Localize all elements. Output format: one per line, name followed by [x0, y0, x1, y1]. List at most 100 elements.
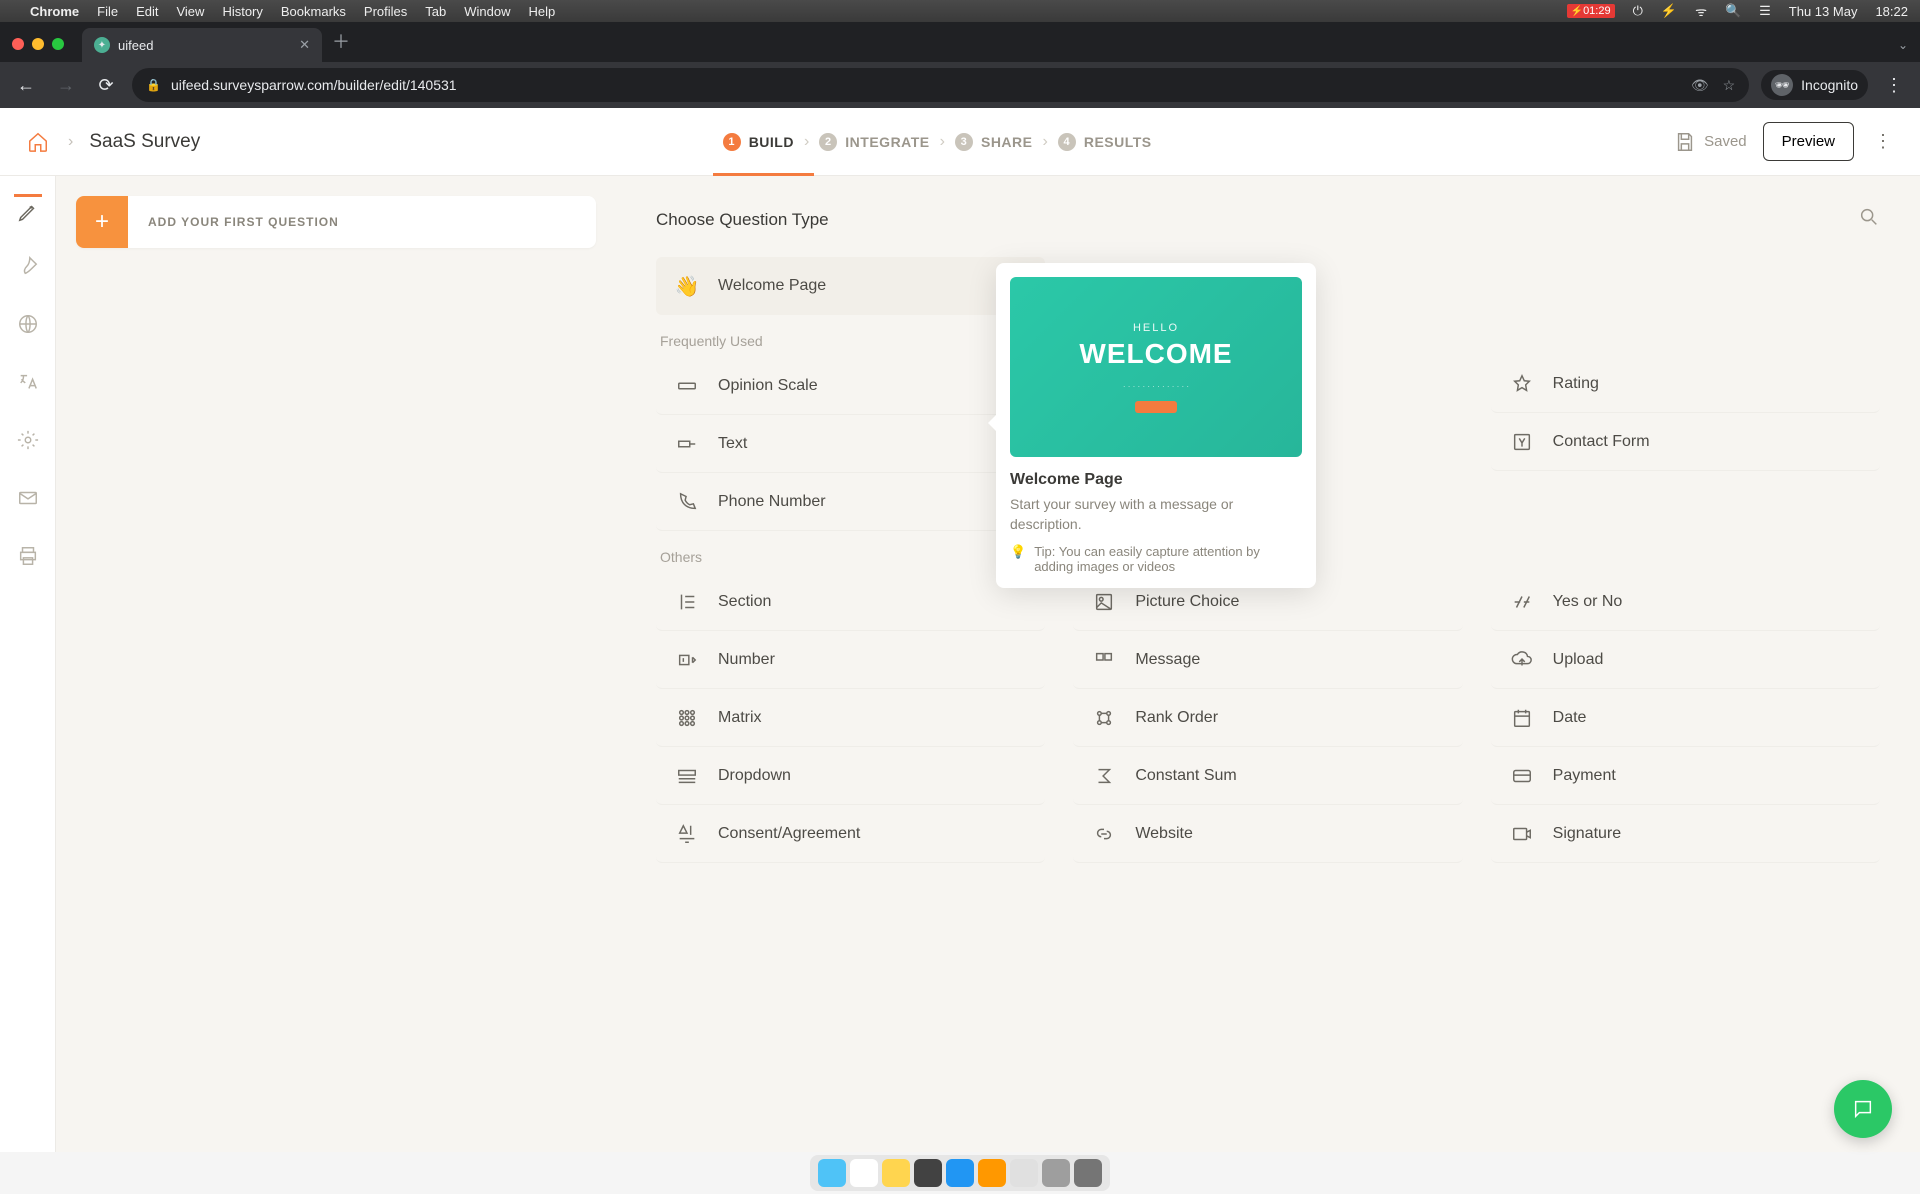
minimize-window-icon[interactable]	[32, 38, 44, 50]
qtype-icon	[1509, 705, 1535, 731]
reload-button[interactable]: ⟳	[92, 75, 120, 96]
qtype-icon	[1091, 763, 1117, 789]
qtype-dropdown[interactable]: Dropdown	[656, 747, 1045, 805]
search-icon[interactable]	[1858, 206, 1880, 233]
preview-button[interactable]: Preview	[1763, 122, 1854, 161]
address-bar[interactable]: 🔒 uifeed.surveysparrow.com/builder/edit/…	[132, 68, 1749, 102]
qtype-icon	[1091, 705, 1117, 731]
qtype-constant-sum[interactable]: Constant Sum	[1073, 747, 1462, 805]
menu-tab[interactable]: Tab	[425, 4, 446, 19]
control-center-icon[interactable]: ☰	[1759, 3, 1771, 19]
qtype-icon	[1091, 821, 1117, 847]
maximize-window-icon[interactable]	[52, 38, 64, 50]
menubar-date[interactable]: Thu 13 May	[1789, 4, 1858, 19]
power-icon[interactable]: ⚡	[1661, 3, 1677, 19]
qtype-text[interactable]: Text	[656, 415, 1045, 473]
wave-icon: 👋	[674, 273, 700, 299]
add-question-card[interactable]: + ADD YOUR FIRST QUESTION	[76, 196, 596, 248]
step-build[interactable]: 1 BUILD	[723, 133, 794, 151]
chrome-menu-button[interactable]: ⋮	[1880, 75, 1908, 96]
step-integrate[interactable]: 2 INTEGRATE	[819, 133, 929, 151]
qtype-matrix[interactable]: Matrix	[656, 689, 1045, 747]
chevron-right-icon: ›	[68, 133, 73, 151]
step-results[interactable]: 4 RESULTS	[1058, 133, 1152, 151]
qtype-rating[interactable]: Rating	[1491, 355, 1880, 413]
qtype-date[interactable]: Date	[1491, 689, 1880, 747]
dock-app[interactable]	[850, 1159, 878, 1187]
app-header: › SaaS Survey 1 BUILD › 2 INTEGRATE › 3 …	[0, 108, 1920, 176]
brush-icon[interactable]	[14, 252, 42, 280]
qtype-welcome-page[interactable]: 👋 Welcome Page	[656, 257, 1045, 315]
browser-tab[interactable]: ✦ uifeed ✕	[82, 28, 322, 62]
left-rail	[0, 176, 56, 1152]
build-steps: 1 BUILD › 2 INTEGRATE › 3 SHARE › 4 RESU…	[723, 133, 1152, 151]
mail-icon[interactable]	[14, 484, 42, 512]
qtype-upload[interactable]: Upload	[1491, 631, 1880, 689]
popover-desc: Start your survey with a message or desc…	[1010, 495, 1302, 534]
add-question-button[interactable]: +	[76, 196, 128, 248]
qtype-icon	[674, 647, 700, 673]
picker-title: Choose Question Type	[656, 210, 829, 230]
intercom-chat-button[interactable]	[1834, 1080, 1892, 1138]
qtype-number[interactable]: Number	[656, 631, 1045, 689]
battery-status: ⚡01:29	[1567, 4, 1615, 18]
menu-window[interactable]: Window	[464, 4, 510, 19]
menu-profiles[interactable]: Profiles	[364, 4, 407, 19]
menu-bookmarks[interactable]: Bookmarks	[281, 4, 346, 19]
new-tab-button[interactable]: ＋	[332, 28, 350, 54]
menu-edit[interactable]: Edit	[136, 4, 158, 19]
popover-title: Welcome Page	[1010, 471, 1302, 489]
chrome-window: ✦ uifeed ✕ ＋ ⌄ ← → ⟳ 🔒 uifeed.surveyspar…	[0, 22, 1920, 108]
menubar-time[interactable]: 18:22	[1875, 4, 1908, 19]
dock-app[interactable]	[914, 1159, 942, 1187]
bookmark-star-icon[interactable]: ☆	[1723, 77, 1736, 94]
eye-off-icon[interactable]: 👁	[1691, 77, 1709, 94]
globe-icon[interactable]	[14, 310, 42, 338]
wifi-icon[interactable]: ᯤ	[1695, 2, 1707, 20]
qtype-website[interactable]: Website	[1073, 805, 1462, 863]
translate-icon[interactable]	[14, 368, 42, 396]
close-tab-icon[interactable]: ✕	[299, 37, 310, 53]
settings-icon[interactable]	[14, 426, 42, 454]
dock-app[interactable]	[1042, 1159, 1070, 1187]
qtype-opinion-scale[interactable]: Opinion Scale	[656, 357, 1045, 415]
qtype-rank-order[interactable]: Rank Order	[1073, 689, 1462, 747]
home-icon[interactable]	[24, 128, 52, 156]
incognito-icon: 🕶	[1771, 74, 1793, 96]
qtype-phone[interactable]: Phone Number	[656, 473, 1045, 531]
back-button[interactable]: ←	[12, 75, 40, 96]
dock-app[interactable]	[946, 1159, 974, 1187]
menu-file[interactable]: File	[97, 4, 118, 19]
dock-app[interactable]	[978, 1159, 1006, 1187]
qtype-section[interactable]: Section	[656, 573, 1045, 631]
status-icon[interactable]: ⏻	[1633, 3, 1643, 19]
survey-title[interactable]: SaaS Survey	[89, 131, 200, 153]
incognito-chip[interactable]: 🕶 Incognito	[1761, 70, 1868, 100]
dock-app[interactable]	[818, 1159, 846, 1187]
edit-icon[interactable]	[14, 194, 42, 222]
forward-button[interactable]: →	[52, 75, 80, 96]
step-share[interactable]: 3 SHARE	[955, 133, 1033, 151]
window-controls[interactable]	[12, 38, 64, 50]
dock-app[interactable]	[1074, 1159, 1102, 1187]
qtype-yes-or-no[interactable]: Yes or No	[1491, 573, 1880, 631]
qtype-payment[interactable]: Payment	[1491, 747, 1880, 805]
qtype-message[interactable]: Message	[1073, 631, 1462, 689]
menu-help[interactable]: Help	[529, 4, 556, 19]
text-icon	[674, 431, 700, 457]
qtype-consent-agreement[interactable]: Consent/Agreement	[656, 805, 1045, 863]
qtype-contact-form[interactable]: Contact Form	[1491, 413, 1880, 471]
close-window-icon[interactable]	[12, 38, 24, 50]
app-root: › SaaS Survey 1 BUILD › 2 INTEGRATE › 3 …	[0, 108, 1920, 1152]
menu-history[interactable]: History	[222, 4, 262, 19]
search-icon[interactable]: 🔍	[1725, 3, 1741, 19]
qtype-signature[interactable]: Signature	[1491, 805, 1880, 863]
dock-app[interactable]	[882, 1159, 910, 1187]
more-menu-icon[interactable]: ⋮	[1870, 131, 1896, 152]
print-icon[interactable]	[14, 542, 42, 570]
dock-app[interactable]	[1010, 1159, 1038, 1187]
popover-tip: 💡 Tip: You can easily capture attention …	[1010, 544, 1302, 574]
tab-overview-icon[interactable]: ⌄	[1898, 38, 1908, 52]
menubar-app[interactable]: Chrome	[30, 4, 79, 19]
menu-view[interactable]: View	[176, 4, 204, 19]
